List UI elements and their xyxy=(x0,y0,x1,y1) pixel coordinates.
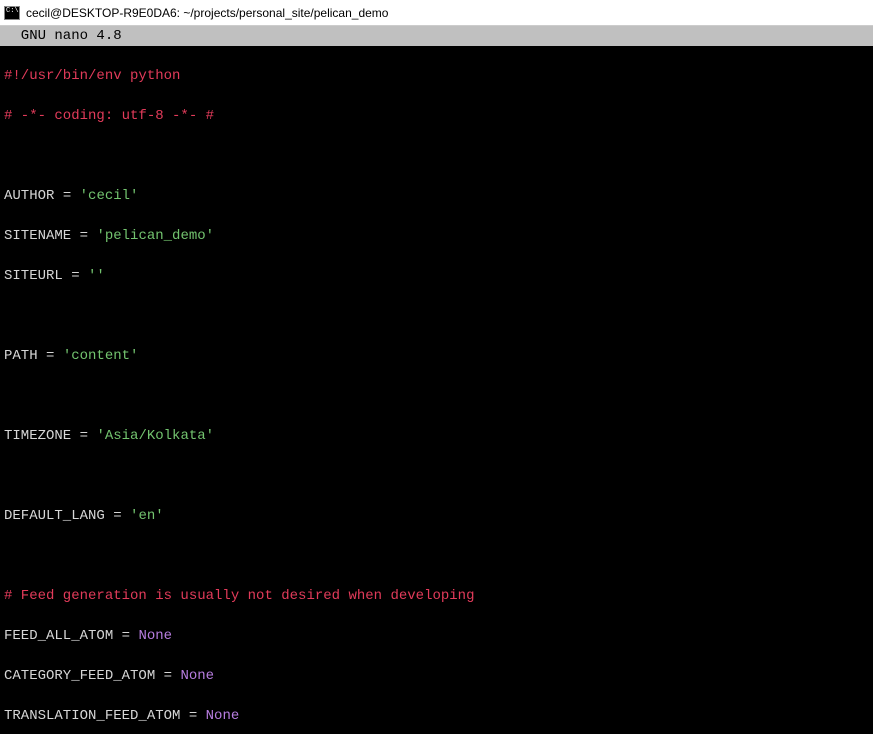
shebang-line: #!/usr/bin/env python xyxy=(4,68,180,84)
var-feed-all-atom: FEED_ALL_ATOM xyxy=(4,628,113,644)
editor-content[interactable]: #!/usr/bin/env python # -*- coding: utf-… xyxy=(0,46,873,734)
var-lang: DEFAULT_LANG xyxy=(4,508,105,524)
terminal-icon xyxy=(4,6,20,20)
val-sitename: 'pelican_demo' xyxy=(96,228,214,244)
val-lang: 'en' xyxy=(130,508,164,524)
val-path: 'content' xyxy=(63,348,139,364)
val-author: 'cecil' xyxy=(80,188,139,204)
var-siteurl: SITEURL xyxy=(4,268,63,284)
var-timezone: TIMEZONE xyxy=(4,428,71,444)
comment-feed: # Feed generation is usually not desired… xyxy=(4,588,474,604)
val-siteurl: '' xyxy=(88,268,105,284)
var-path: PATH xyxy=(4,348,38,364)
val-timezone: 'Asia/Kolkata' xyxy=(96,428,214,444)
var-translation-feed-atom: TRANSLATION_FEED_ATOM xyxy=(4,708,180,724)
var-category-feed-atom: CATEGORY_FEED_ATOM xyxy=(4,668,155,684)
coding-line: # -*- coding: utf-8 -*- # xyxy=(4,108,214,124)
var-author: AUTHOR xyxy=(4,188,54,204)
window-titlebar: cecil@DESKTOP-R9E0DA6: ~/projects/person… xyxy=(0,0,873,26)
terminal-body[interactable]: GNU nano 4.8 #!/usr/bin/env python # -*-… xyxy=(0,26,873,734)
nano-header: GNU nano 4.8 xyxy=(0,26,873,46)
window-title: cecil@DESKTOP-R9E0DA6: ~/projects/person… xyxy=(26,6,388,20)
var-sitename: SITENAME xyxy=(4,228,71,244)
